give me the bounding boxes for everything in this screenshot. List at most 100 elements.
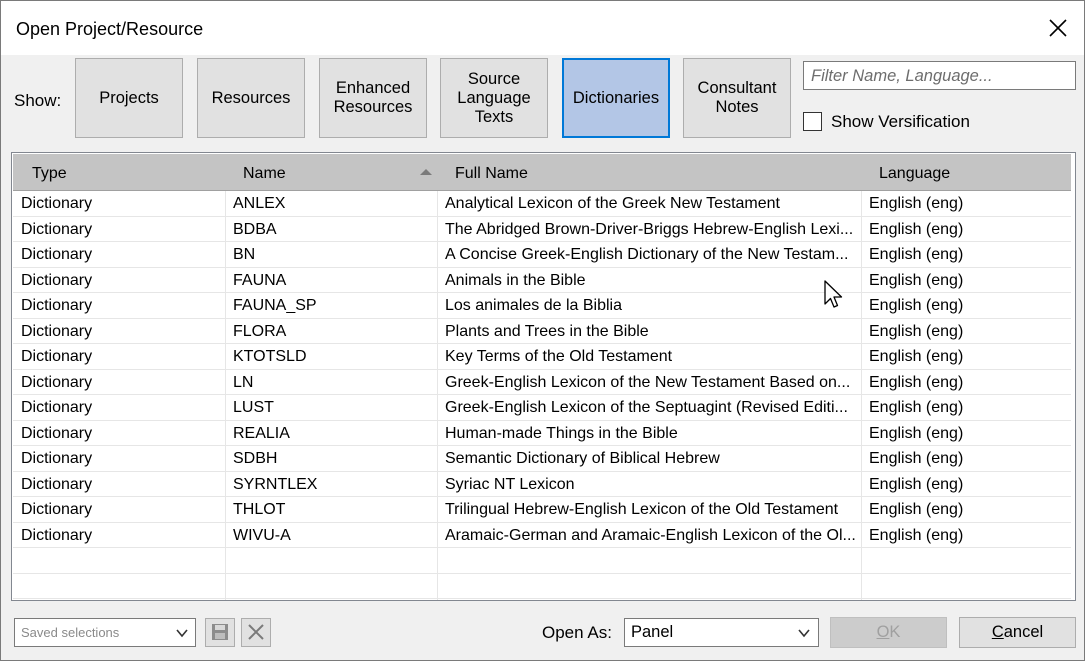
cell-language: English (eng) [869, 450, 964, 467]
cell-full-name: Analytical Lexicon of the Greek New Test… [445, 195, 780, 212]
cell-type: Dictionary [21, 424, 93, 442]
cell-name: FAUNA_SP [233, 297, 317, 314]
delete-selection-button[interactable] [241, 618, 271, 647]
table-row[interactable]: Dictionary FAUNA_SP Los animales de la Bib… [13, 293, 1071, 319]
cell-full-name: Los animales de la Biblia [445, 297, 622, 314]
cell-language: English (eng) [869, 373, 964, 391]
cell-type: Dictionary [21, 501, 93, 518]
cell-language: English (eng) [869, 297, 964, 314]
column-header-language[interactable]: Language [879, 154, 950, 190]
cell-type: Dictionary [21, 348, 93, 365]
cell-name: REALIA [233, 424, 290, 442]
table-row[interactable]: Dictionary WIVU-A Aramaic-German and Arama… [13, 523, 1071, 548]
cell-type: Dictionary [21, 526, 93, 544]
table-row[interactable]: Dictionary SDBH Semantic Dictionary of Bib… [13, 446, 1071, 472]
cell-full-name: A Concise Greek-English Dictionary of th… [445, 246, 849, 263]
cell-full-name: Greek-English Lexicon of the New Testame… [445, 373, 851, 391]
table-row[interactable]: Dictionary FAUNA Animals in the Bible Engli… [13, 268, 1071, 293]
table-row[interactable]: Dictionary SYRNTLEX Syriac NT Lexicon Engli… [13, 472, 1071, 497]
cell-name: THLOT [233, 501, 286, 518]
cell-type: Dictionary [21, 322, 93, 340]
empty-row [13, 574, 1071, 599]
show-label: Show: [14, 91, 62, 110]
cell-full-name: Human-made Things in the Bible [445, 424, 678, 442]
cell-type: Dictionary [21, 195, 93, 212]
table-row[interactable]: Dictionary LN Greek-English Lexicon of the… [13, 370, 1071, 395]
column-header-type[interactable]: Type [32, 154, 67, 190]
cell-type: Dictionary [21, 297, 93, 314]
source-language-texts-filter-button[interactable]: Source Language Texts [440, 58, 548, 138]
cell-type: Dictionary [21, 220, 93, 238]
resources-filter-button[interactable]: Resources [197, 58, 305, 138]
dictionaries-filter-button[interactable]: Dictionaries [562, 58, 670, 138]
enhanced-resources-filter-button[interactable]: Enhanced Resources [319, 58, 427, 138]
resource-table[interactable]: Type Name Full Name Language Dictionary A… [11, 152, 1076, 601]
cell-name: BDBA [233, 220, 277, 238]
column-header-full-name[interactable]: Full Name [455, 154, 528, 190]
mouse-pointer-icon [824, 280, 843, 308]
show-versification-label: Show Versification [831, 112, 970, 131]
cell-full-name: Syriac NT Lexicon [445, 475, 575, 493]
chevron-down-icon [176, 629, 188, 638]
column-header-name[interactable]: Name [243, 154, 286, 190]
chevron-down-icon [798, 629, 810, 638]
cell-full-name: Semantic Dictionary of Biblical Hebrew [445, 450, 720, 467]
cell-language: English (eng) [869, 246, 964, 263]
filter-input[interactable]: Filter Name, Language... [803, 61, 1076, 90]
cell-full-name: Key Terms of the Old Testament [445, 348, 673, 365]
cell-name: SYRNTLEX [233, 475, 318, 493]
cell-type: Dictionary [21, 475, 93, 493]
cell-language: English (eng) [869, 271, 964, 289]
cell-full-name: Trilingual Hebrew-English Lexicon of the… [445, 501, 839, 518]
cell-name: WIVU-A [233, 526, 291, 544]
cell-name: FLORA [233, 322, 287, 340]
delete-x-icon [248, 624, 264, 640]
cell-name: LUST [233, 399, 274, 416]
table-row[interactable]: Dictionary KTOTSLD Key Terms of the Old Te… [13, 344, 1071, 370]
cell-name: LN [233, 373, 254, 391]
cell-name: ANLEX [233, 195, 286, 212]
table-row[interactable]: Dictionary ANLEX Analytical Lexicon of the… [13, 191, 1071, 217]
ok-button[interactable]: OK [830, 617, 947, 648]
table-row[interactable]: Dictionary THLOT Trilingual Hebrew-English… [13, 497, 1071, 523]
sort-ascending-icon [420, 169, 432, 175]
save-selection-button[interactable] [205, 618, 235, 647]
saved-selections-text: Saved selections [21, 625, 120, 640]
cell-type: Dictionary [21, 373, 93, 391]
cell-type: Dictionary [21, 450, 93, 467]
cell-full-name: Animals in the Bible [445, 271, 586, 289]
cell-language: English (eng) [869, 348, 964, 365]
close-icon[interactable] [1041, 11, 1075, 45]
open-as-label: Open As: [542, 623, 612, 642]
cell-language: English (eng) [869, 195, 964, 212]
cell-full-name: The Abridged Brown-Driver-Briggs Hebrew-… [445, 220, 854, 238]
cell-full-name: Greek-English Lexicon of the Septuagint … [445, 399, 848, 416]
projects-filter-button[interactable]: Projects [75, 58, 183, 138]
cell-type: Dictionary [21, 399, 93, 416]
table-row[interactable]: Dictionary BDBA The Abridged Brown-Driver-… [13, 217, 1071, 242]
save-icon [212, 624, 228, 640]
table-row[interactable]: Dictionary REALIA Human-made Things in the… [13, 421, 1071, 446]
table-header: Type Name Full Name Language [13, 154, 1071, 191]
table-row[interactable]: Dictionary FLORA Plants and Trees in the B… [13, 319, 1071, 344]
open-as-select[interactable]: Panel [624, 618, 819, 647]
cell-name: KTOTSLD [233, 348, 307, 365]
window-title: Open Project/Resource [16, 19, 204, 39]
table-row[interactable]: Dictionary LUST Greek-English Lexicon of t… [13, 395, 1071, 421]
consultant-notes-filter-button[interactable]: Consultant Notes [683, 58, 791, 138]
open-as-value: Panel [631, 623, 674, 641]
cell-language: English (eng) [869, 475, 964, 493]
cell-language: English (eng) [869, 501, 964, 518]
cancel-button[interactable]: Cancel [959, 617, 1076, 648]
cell-language: English (eng) [869, 322, 964, 340]
saved-selections-combo[interactable]: Saved selections [14, 618, 196, 647]
show-versification-checkbox[interactable] [803, 112, 822, 131]
cell-language: English (eng) [869, 220, 964, 238]
cell-name: SDBH [233, 450, 278, 467]
cell-name: BN [233, 246, 256, 263]
table-body: Dictionary ANLEX Analytical Lexicon of the… [13, 191, 1071, 599]
cell-type: Dictionary [21, 246, 93, 263]
cell-full-name: Plants and Trees in the Bible [445, 322, 649, 340]
table-row[interactable]: Dictionary BN A Concise Greek-English Dict… [13, 242, 1071, 268]
open-project-dialog: Open Project/Resource Show: Projects Res… [0, 0, 1085, 661]
